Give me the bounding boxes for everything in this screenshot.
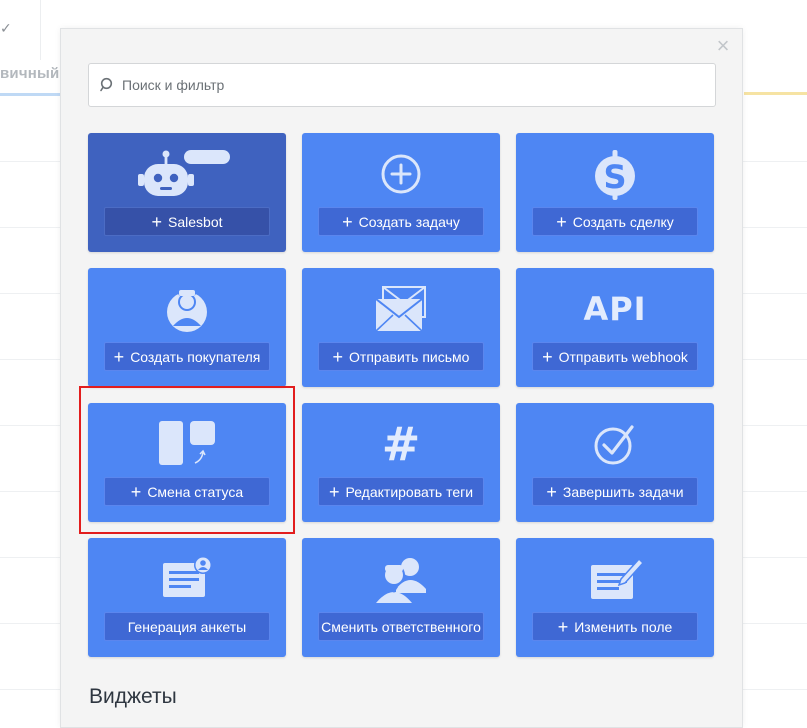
action-label: Завершить задачи [562,483,684,500]
checkmark-icon: ✓ [0,20,12,36]
action-label: Редактировать теги [345,483,474,500]
create-customer-button[interactable]: + Создать покупателя [104,342,270,371]
plus-icon: + [556,211,567,232]
search-icon [100,77,113,92]
divider [40,0,41,60]
check-circle-icon [594,425,634,465]
send-email-button[interactable]: + Отправить письмо [318,342,484,371]
action-card-create-deal[interactable]: S + Создать сделку [516,133,714,252]
edit-tags-button[interactable]: + Редактировать теги [318,477,484,506]
action-label: Отправить webhook [558,348,688,365]
search-input[interactable] [120,76,715,94]
action-label: Сменить ответственного [321,618,481,635]
edit-field-button[interactable]: + Изменить поле [532,612,698,641]
action-card-complete-tasks[interactable]: + Завершить задачи [516,403,714,522]
change-responsible-button[interactable]: Сменить ответственного [318,612,484,641]
plus-icon: + [332,346,344,367]
action-card-send-email[interactable]: + Отправить письмо [302,268,500,387]
action-label: Salesbot [168,213,223,230]
action-card-change-responsible[interactable]: Сменить ответственного [302,538,500,657]
plus-circle-icon [381,154,421,194]
form-profile-icon [163,556,212,597]
api-icon: API [583,290,647,328]
status-change-icon [159,421,215,465]
create-task-button[interactable]: + Создать задачу [318,207,484,236]
action-card-generate-form[interactable]: Генерация анкеты [88,538,286,657]
plus-icon: + [546,481,557,502]
add-action-modal: × + [60,28,743,728]
plus-icon: + [557,616,569,637]
plus-icon: + [130,481,142,502]
plus-icon: + [113,346,125,367]
dollar-icon: S [595,150,635,200]
plus-icon: + [151,211,163,232]
widgets-section-title: Виджеты [89,685,177,708]
plus-icon: + [328,481,340,502]
change-status-button[interactable]: + Смена статуса [104,477,270,506]
customer-icon [167,288,207,332]
tab-underline [744,92,807,95]
action-card-change-status[interactable]: + Смена статуса [88,403,286,522]
robot-icon [138,150,230,196]
users-swap-icon [376,558,426,603]
action-card-send-webhook[interactable]: API + Отправить webhook [516,268,714,387]
salesbot-button[interactable]: + Salesbot [104,207,270,236]
plus-icon: + [542,346,553,367]
close-icon[interactable]: × [714,35,732,57]
action-label: Отправить письмо [349,348,470,365]
envelope-icon [375,286,426,332]
action-card-edit-tags[interactable]: # + Редактировать теги [302,403,500,522]
svg-text:S: S [603,158,626,196]
tab-underline [0,93,62,96]
action-label: Создать покупателя [130,348,261,365]
create-deal-button[interactable]: + Создать сделку [532,207,698,236]
generate-form-button[interactable]: Генерация анкеты [104,612,270,641]
action-card-create-customer[interactable]: + Создать покупателя [88,268,286,387]
hashtag-icon: # [381,417,421,471]
send-webhook-button[interactable]: + Отправить webhook [532,342,698,371]
action-card-salesbot[interactable]: + Salesbot [88,133,286,252]
action-card-create-task[interactable]: + Создать задачу [302,133,500,252]
action-label: Смена статуса [147,483,244,500]
action-label: Создать задачу [358,213,460,230]
plus-icon: + [342,211,353,232]
complete-tasks-button[interactable]: + Завершить задачи [532,477,698,506]
action-label: Создать сделку [572,213,674,230]
action-label: Изменить поле [574,618,673,635]
edit-field-icon [591,557,645,599]
search-field[interactable] [88,63,716,107]
action-label: Генерация анкеты [127,618,247,635]
action-card-edit-field[interactable]: + Изменить поле [516,538,714,657]
